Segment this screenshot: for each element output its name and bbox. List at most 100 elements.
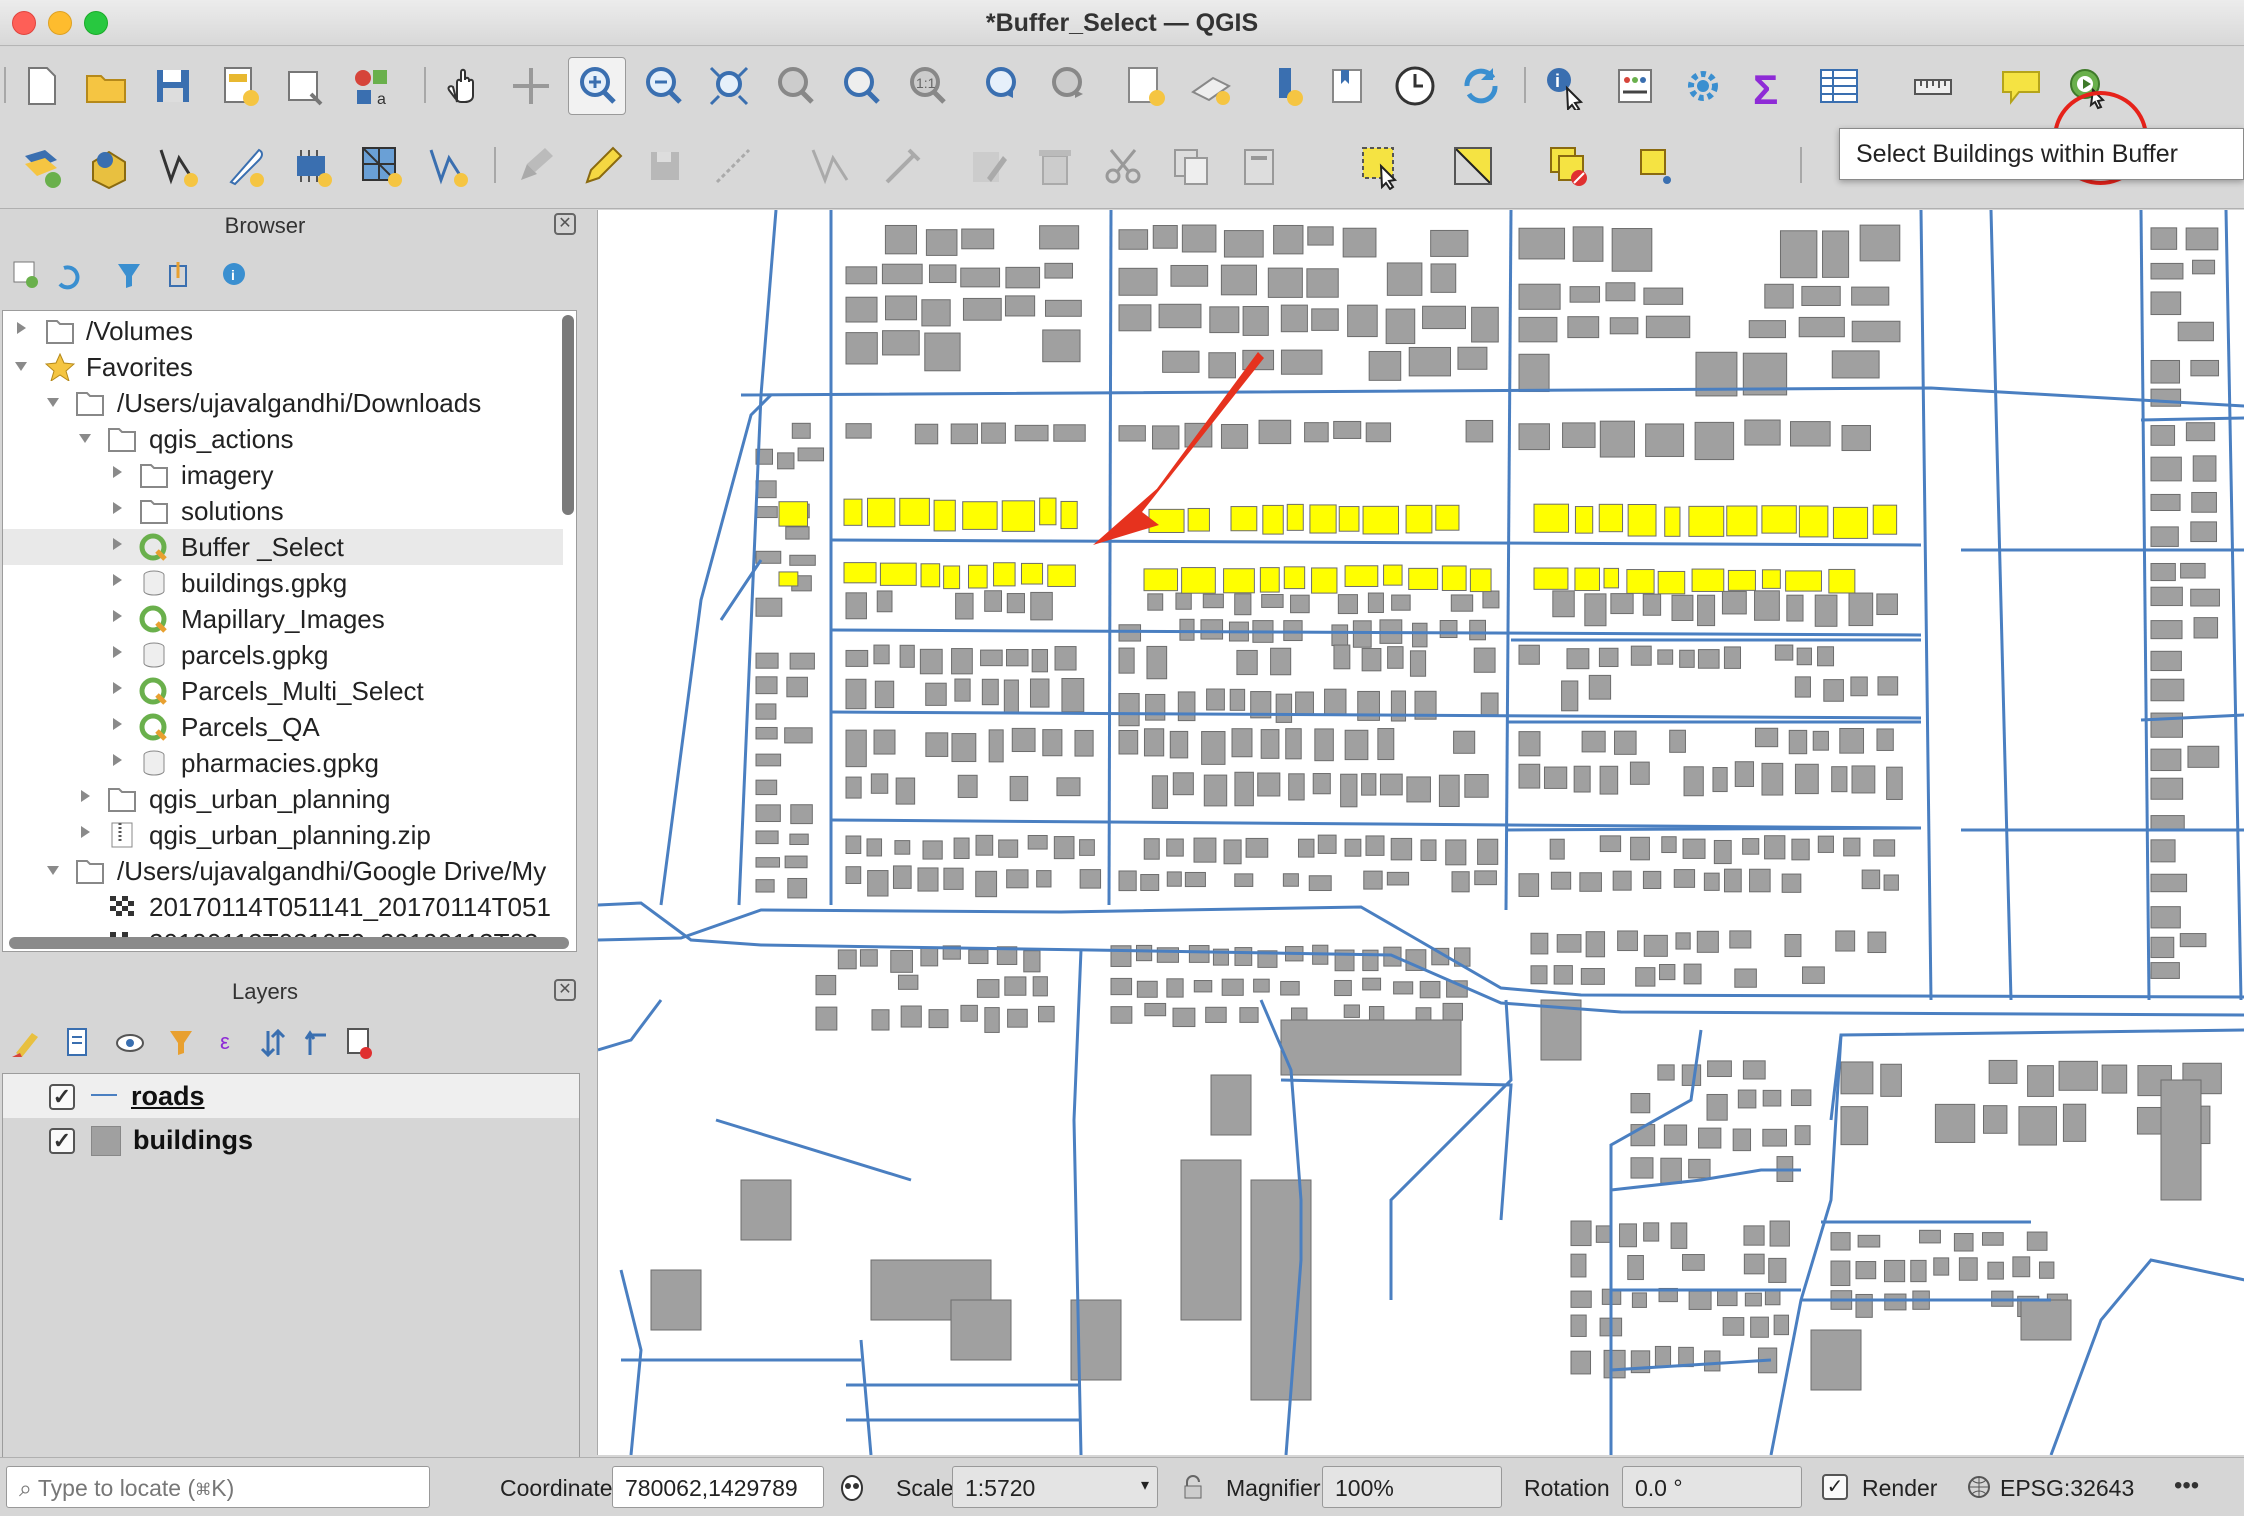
tree-item-parcels-multi-select[interactable]: Parcels_Multi_Select <box>3 673 563 709</box>
tree-item-pharmacies-gpkg[interactable]: pharmacies.gpkg <box>3 745 563 781</box>
show-statistical-summary-icon[interactable]: Σ <box>1740 57 1798 115</box>
zoom-in-icon[interactable] <box>568 57 626 115</box>
browser-horizontal-scrollbar[interactable] <box>9 937 569 949</box>
refresh-icon[interactable] <box>1452 57 1510 115</box>
browser-tree[interactable]: /Volumes Favorites /Users/ujavalgandhi/D… <box>2 310 577 952</box>
render-checkbox[interactable]: ✓ <box>1822 1474 1848 1500</box>
pan-to-selection-icon[interactable] <box>502 57 560 115</box>
map-canvas[interactable] <box>597 210 2244 1455</box>
zoom-out-icon[interactable] <box>634 57 692 115</box>
open-attribute-table-icon[interactable] <box>1810 57 1868 115</box>
edit-attributes-icon[interactable] <box>960 137 1018 195</box>
tree-item-qgis-urban-planning[interactable]: qgis_urban_planning <box>3 781 563 817</box>
building-footprint <box>917 867 939 892</box>
coordinate-field[interactable]: 780062,1429789 <box>612 1466 824 1508</box>
tree-item-raster-1[interactable]: 20170114T051141_20170114T051 <box>3 889 563 925</box>
tree-item-favorites[interactable]: Favorites <box>3 349 563 385</box>
add-layer-icon[interactable] <box>12 137 70 195</box>
tree-item-volumes[interactable]: /Volumes <box>3 313 563 349</box>
select-by-location-icon[interactable] <box>1626 137 1684 195</box>
lock-scale-icon[interactable] <box>1182 1474 1204 1500</box>
digitize-with-segment-icon[interactable] <box>704 137 762 195</box>
select-by-expression-icon[interactable] <box>1444 137 1502 195</box>
locator-search-input[interactable]: ⌕ Type to locate (⌘K) <box>6 1466 430 1508</box>
delete-selected-icon[interactable] <box>1026 137 1084 195</box>
building-footprint <box>2192 259 2216 275</box>
vertex-tool-icon[interactable] <box>800 137 858 195</box>
new-virtual-layer-icon[interactable] <box>284 137 342 195</box>
tree-item-parcels-gpkg[interactable]: parcels.gpkg <box>3 637 563 673</box>
building-footprint <box>815 974 837 996</box>
building-footprint <box>1175 592 1192 610</box>
building-footprint <box>867 497 896 528</box>
zoom-to-selection-icon[interactable] <box>766 57 824 115</box>
current-edits-icon[interactable] <box>506 137 564 195</box>
zoom-last-icon[interactable] <box>974 57 1032 115</box>
layer-visibility-checkbox[interactable]: ✓ <box>49 1084 75 1110</box>
new-geopackage-layer-icon[interactable] <box>80 137 138 195</box>
layer-row-roads[interactable]: ✓ roads <box>3 1074 579 1118</box>
cut-features-icon[interactable] <box>1094 137 1152 195</box>
style-manager-icon[interactable]: a <box>342 57 400 115</box>
tree-item-google-drive[interactable]: /Users/ujavalgandhi/Google Drive/My <box>3 853 563 889</box>
close-layers-panel-icon[interactable]: ✕ <box>554 979 576 1001</box>
identify-features-icon[interactable]: i <box>1536 57 1594 115</box>
tree-item-solutions[interactable]: solutions <box>3 493 563 529</box>
zoom-to-layer-icon[interactable] <box>832 57 890 115</box>
tree-item-imagery[interactable]: imagery <box>3 457 563 493</box>
modify-attributes-icon[interactable] <box>874 137 932 195</box>
folder-icon <box>76 392 104 416</box>
star-icon <box>45 353 75 381</box>
show-bookmarks-icon[interactable] <box>1182 57 1240 115</box>
new-3d-map-view-icon[interactable] <box>1318 57 1376 115</box>
new-spatial-bookmark-icon[interactable] <box>1116 57 1174 115</box>
measure-line-icon[interactable] <box>1904 57 1962 115</box>
tree-item-buildings-gpkg[interactable]: buildings.gpkg <box>3 565 563 601</box>
save-project-icon[interactable] <box>144 57 202 115</box>
open-project-icon[interactable] <box>78 57 136 115</box>
new-print-layout-icon[interactable] <box>210 57 268 115</box>
digitize-vertex-icon[interactable] <box>148 137 206 195</box>
toggle-editing-icon[interactable] <box>572 137 630 195</box>
new-mesh-layer-icon[interactable] <box>352 137 410 195</box>
scale-combobox[interactable]: 1:5720 ▾ <box>952 1466 1158 1508</box>
browser-vertical-scrollbar[interactable] <box>562 315 574 515</box>
tree-item-buffer-select[interactable]: Buffer _Select <box>3 529 563 565</box>
copy-features-icon[interactable] <box>1162 137 1220 195</box>
tree-item-downloads[interactable]: /Users/ujavalgandhi/Downloads <box>3 385 563 421</box>
layer-visibility-checkbox[interactable]: ✓ <box>49 1128 75 1154</box>
tree-item-parcels-qa[interactable]: Parcels_QA <box>3 709 563 745</box>
zoom-native-icon[interactable]: 1:1 <box>898 57 956 115</box>
save-layer-edits-icon[interactable] <box>638 137 696 195</box>
new-annotation-layer-icon[interactable] <box>418 137 476 195</box>
close-browser-panel-icon[interactable]: ✕ <box>554 213 576 235</box>
tree-item-mapillary-images[interactable]: Mapillary_Images <box>3 601 563 637</box>
new-map-view-icon[interactable] <box>1260 57 1318 115</box>
building-footprint <box>2150 650 2182 672</box>
tree-item-qgis-urban-planning-zip[interactable]: qgis_urban_planning.zip <box>3 817 563 853</box>
deselect-features-icon[interactable] <box>1540 137 1598 195</box>
crs-label[interactable]: EPSG:32643 <box>2000 1475 2134 1502</box>
layers-list[interactable]: ✓ roads ✓ buildings <box>2 1073 580 1458</box>
temporal-controller-icon[interactable] <box>1386 57 1444 115</box>
pan-map-icon[interactable] <box>436 57 494 115</box>
select-features-icon[interactable] <box>1352 137 1410 195</box>
crs-globe-icon[interactable] <box>1966 1474 1992 1500</box>
new-project-icon[interactable] <box>12 57 70 115</box>
run-feature-action-icon[interactable] <box>1606 57 1664 115</box>
zoom-full-icon[interactable] <box>700 57 758 115</box>
building-footprint <box>1312 773 1331 795</box>
map-tips-icon[interactable] <box>1992 57 2050 115</box>
new-scratch-layer-icon[interactable] <box>216 137 274 195</box>
messages-icon[interactable]: ••• <box>2174 1472 2214 1502</box>
zoom-next-icon[interactable] <box>1040 57 1098 115</box>
open-field-calculator-icon[interactable] <box>1674 57 1732 115</box>
magnifier-spinbox[interactable]: 100% <box>1322 1466 1502 1508</box>
tree-item-qgis-actions[interactable]: qgis_actions <box>3 421 563 457</box>
rotation-spinbox[interactable]: 0.0 ° <box>1622 1466 1802 1508</box>
layer-row-buildings[interactable]: ✓ buildings <box>3 1118 579 1162</box>
layout-manager-icon[interactable] <box>276 57 334 115</box>
paste-features-icon[interactable] <box>1230 137 1288 195</box>
building-footprint <box>1187 507 1210 532</box>
toggle-extents-icon[interactable] <box>838 1474 866 1502</box>
